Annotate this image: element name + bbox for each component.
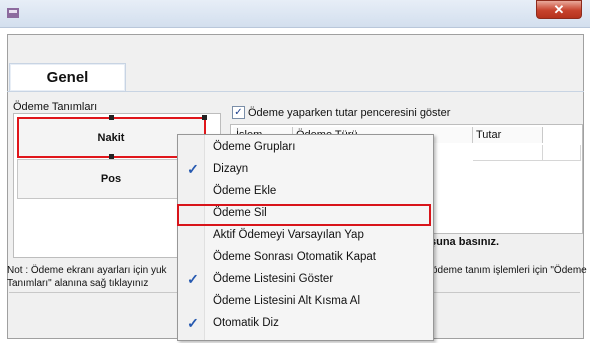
resize-handle[interactable] [109,154,114,159]
menu-item-label: Ödeme Grupları [213,141,296,153]
grid-cell[interactable] [473,145,543,161]
menu-item-label: Ödeme Listesini Alt Kısma Al [213,295,361,307]
close-button[interactable]: ✕ [536,0,582,19]
amount-window-checkbox-label: Ödeme yaparken tutar penceresini göster [248,106,451,119]
amount-window-option[interactable]: ✓ Ödeme yaparken tutar penceresini göster [232,106,450,119]
menu-item-label: Otomatik Diz [213,317,279,329]
menu-item-label: Dizayn [213,163,249,175]
tab-divider [7,91,584,92]
menu-item-odeme-ekle[interactable]: Ödeme Ekle [178,181,433,202]
menu-item-label: Ödeme Ekle [213,185,277,197]
menu-item-label: Ödeme Listesini Göster [213,273,334,285]
hint-text: şuna basınız. [430,236,500,248]
menu-item-odeme-sonrasi-otomatik-kapat[interactable]: Ödeme Sonrası Otomatik Kapat [178,247,433,268]
menu-item-dizayn[interactable]: ✓ Dizayn [178,159,433,180]
app-icon [6,6,20,20]
menu-item-label: Aktif Ödemeyi Varsayılan Yap [213,229,364,241]
menu-item-otomatik-diz[interactable]: ✓ Otomatik Diz [178,313,433,334]
menu-item-odeme-listesini-goster[interactable]: ✓ Ödeme Listesini Göster [178,269,433,290]
resize-handle[interactable] [109,115,114,120]
title-bar [0,0,590,28]
menu-item-aktif-odemeyi-varsayilan-yap[interactable]: Aktif Ödemeyi Varsayılan Yap [178,225,433,246]
note-text-right: ödeme tanım işlemleri için "Ödeme [432,265,587,276]
payment-definitions-label: Ödeme Tanımları [13,101,98,113]
odeme-sil-highlight-box [177,204,431,226]
resize-handle[interactable] [202,115,207,120]
amount-window-checkbox[interactable]: ✓ [232,106,245,119]
menu-item-odeme-gruplari[interactable]: Ödeme Grupları [178,137,433,158]
checkmark-icon: ✓ [187,315,199,331]
tab-genel[interactable]: Genel [9,63,126,91]
grid-cell[interactable] [543,145,581,161]
column-header-tutar[interactable]: Tutar [473,127,543,143]
menu-item-odeme-listesini-alt-kisma-al[interactable]: Ödeme Listesini Alt Kısma Al [178,291,433,312]
checkmark-icon: ✓ [187,271,199,287]
checkmark-icon: ✓ [187,161,199,177]
context-menu-items: Ödeme Grupları ✓ Dizayn Ödeme Ekle Ödeme… [178,137,433,340]
menu-item-label: Ödeme Sonrası Otomatik Kapat [213,251,376,263]
